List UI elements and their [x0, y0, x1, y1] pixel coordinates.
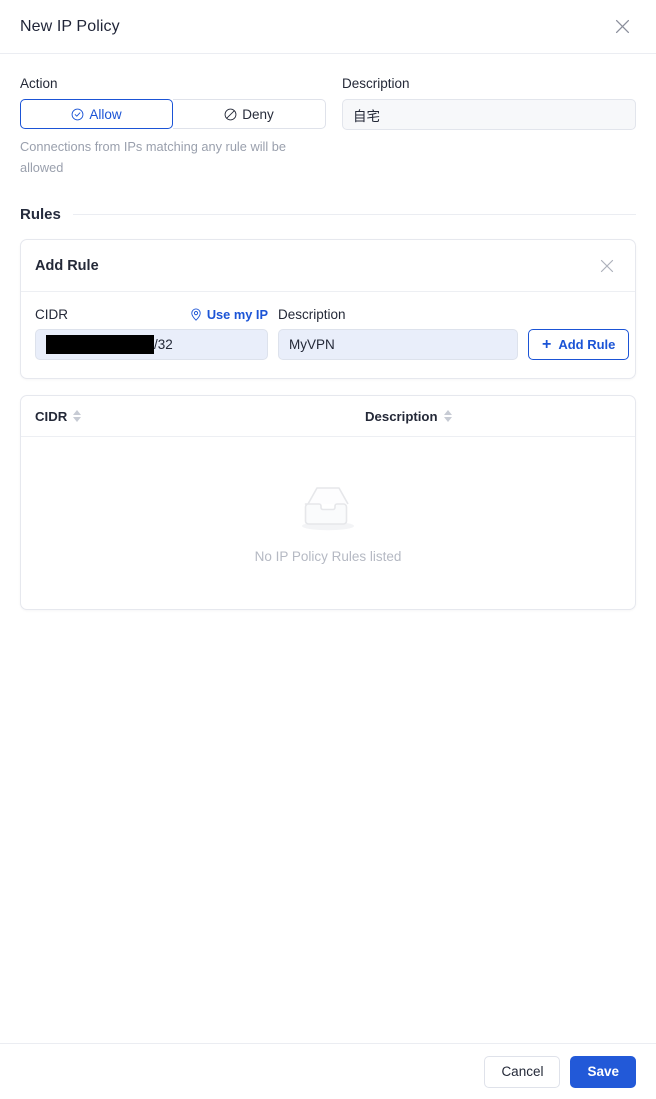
close-icon[interactable] — [608, 13, 636, 41]
new-ip-policy-panel: New IP Policy Action Allow Deny Connecti… — [0, 0, 656, 1099]
use-my-ip-label: Use my IP — [206, 306, 268, 322]
rule-description-value: MyVPN — [289, 337, 335, 353]
description-label: Description — [342, 76, 410, 91]
cidr-field-group: CIDR Use my IP /32 — [35, 306, 268, 361]
description-field-group: Description — [342, 76, 636, 130]
action-option-deny-label: Deny — [242, 106, 274, 122]
add-rule-card-body: CIDR Use my IP /32 Description MyVPN + A… — [21, 292, 635, 378]
rules-section-title: Rules — [20, 206, 61, 224]
column-header-cidr-label: CIDR — [35, 408, 68, 424]
cidr-label-row: CIDR Use my IP — [35, 306, 268, 322]
panel-body: Action Allow Deny Connections from IPs m… — [0, 54, 656, 1043]
action-description-row: Action Allow Deny Connections from IPs m… — [20, 76, 636, 178]
cidr-redaction-bar — [46, 335, 154, 355]
add-rule-card: Add Rule CIDR Use my IP /32 Description … — [20, 239, 636, 380]
empty-inbox-tray-icon — [298, 482, 358, 539]
cidr-suffix: /32 — [154, 337, 173, 353]
rule-description-field-group: Description MyVPN — [278, 306, 518, 361]
sort-icon[interactable] — [73, 410, 82, 423]
location-pin-icon — [190, 308, 202, 321]
sort-icon[interactable] — [443, 410, 452, 423]
save-button[interactable]: Save — [570, 1055, 636, 1088]
ban-circle-icon — [224, 108, 237, 121]
cidr-input[interactable]: /32 — [35, 329, 268, 361]
action-field-group: Action Allow Deny Connections from IPs m… — [20, 76, 326, 178]
rule-description-input[interactable]: MyVPN — [278, 329, 518, 361]
rules-table-header: CIDR Description — [21, 396, 635, 438]
empty-state-text: No IP Policy Rules listed — [254, 549, 402, 565]
action-hint-text: Connections from IPs matching any rule w… — [20, 139, 287, 176]
action-option-deny[interactable]: Deny — [173, 99, 326, 129]
section-divider — [72, 214, 636, 216]
add-rule-button[interactable]: + Add Rule — [528, 329, 630, 361]
use-my-ip-button[interactable]: Use my IP — [190, 307, 268, 322]
description-input[interactable] — [342, 99, 636, 130]
action-option-allow[interactable]: Allow — [20, 99, 173, 129]
add-rule-button-label: Add Rule — [558, 337, 616, 353]
page-title: New IP Policy — [20, 17, 120, 35]
add-rule-card-header: Add Rule — [21, 240, 635, 293]
cidr-label: CIDR — [35, 306, 68, 322]
add-rule-title: Add Rule — [35, 257, 99, 274]
rule-description-label-row: Description — [278, 306, 518, 322]
rules-table: CIDR Description No IP Policy Rules list… — [20, 395, 636, 611]
rule-description-label: Description — [278, 306, 346, 322]
column-header-description[interactable]: Description — [365, 409, 452, 424]
column-header-cidr[interactable]: CIDR — [35, 409, 365, 424]
action-segmented-control[interactable]: Allow Deny — [20, 99, 326, 129]
column-header-description-label: Description — [365, 408, 438, 424]
rules-table-empty-state: No IP Policy Rules listed — [21, 437, 635, 609]
panel-footer: Cancel Save — [0, 1043, 656, 1099]
check-circle-icon — [71, 108, 84, 121]
action-option-allow-label: Allow — [89, 106, 122, 122]
cancel-button[interactable]: Cancel — [484, 1055, 561, 1088]
plus-icon: + — [542, 335, 552, 353]
add-rule-close-icon[interactable] — [593, 252, 621, 280]
panel-header: New IP Policy — [0, 0, 656, 54]
rules-section-header: Rules — [20, 206, 636, 223]
action-label: Action — [20, 76, 58, 91]
